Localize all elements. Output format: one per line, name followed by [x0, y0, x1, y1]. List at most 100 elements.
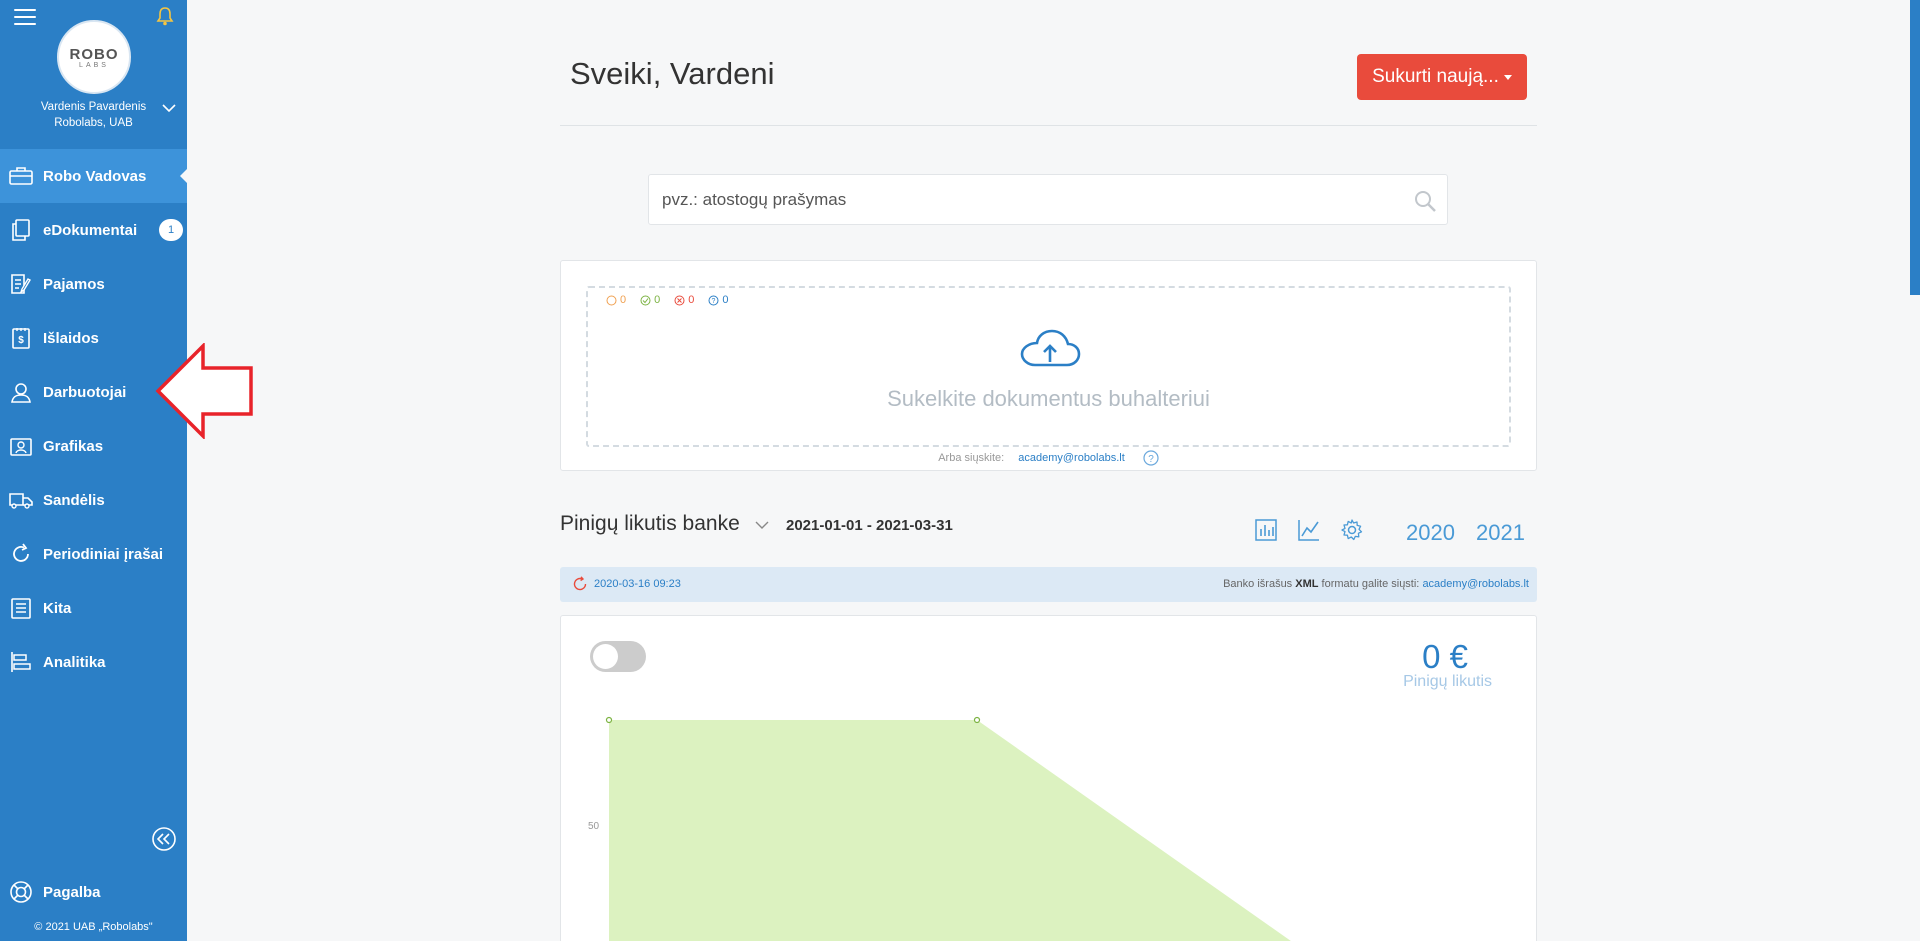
documents-icon	[9, 218, 33, 242]
bell-icon[interactable]	[156, 6, 174, 26]
svg-text:?: ?	[712, 298, 716, 305]
receipt-icon: $	[9, 326, 33, 350]
user-company: Robolabs, UAB	[54, 117, 133, 129]
data-point[interactable]	[973, 716, 981, 724]
sidebar-item-kita[interactable]: Kita	[0, 581, 187, 635]
sidebar-item-edokumentai[interactable]: eDokumentai 1	[0, 203, 187, 257]
dropzone-text: Sukelkite dokumentus buhalteriui	[887, 386, 1210, 411]
help-label: Pagalba	[43, 883, 101, 901]
red-arrow-annotation	[155, 343, 253, 439]
last-update-timestamp: 2020-03-16 09:23	[594, 578, 681, 590]
gear-icon[interactable]	[1340, 518, 1364, 542]
balance-value-label: Pinigų likutis	[1403, 673, 1492, 690]
toggle-knob	[593, 644, 618, 669]
user-name: Vardenis Pavardenis	[40, 101, 147, 113]
sidebar-item-label: Analitika	[43, 653, 106, 671]
check-icon	[640, 295, 651, 305]
copyright-text: © 2021 UAB „Robolabs"	[34, 921, 153, 933]
scrollbar-thumb[interactable]	[1910, 0, 1920, 295]
email-link[interactable]: academy@robolabs.lt	[1018, 452, 1125, 464]
briefcase-icon	[9, 164, 33, 188]
sidebar-item-label: Sandėlis	[43, 491, 105, 509]
note-email-link[interactable]: academy@robolabs.lt	[1422, 578, 1529, 590]
question-counter: ? 0	[708, 294, 729, 306]
logo-text: ROBO	[69, 45, 119, 63]
email-line: Arba siųskite: academy@robolabs.lt?	[561, 450, 1536, 466]
question-icon: ?	[708, 295, 719, 305]
cloud-upload-icon	[1020, 329, 1081, 367]
balance-value: 0 €	[1422, 638, 1468, 675]
sidebar-item-label: Išlaidos	[43, 329, 99, 347]
create-new-dropdown-button[interactable]: Sukurti naują...	[1357, 54, 1527, 100]
error-counter: 0	[674, 294, 694, 306]
sidebar-item-label: Periodiniai įrašai	[43, 545, 164, 563]
sidebar-item-label: Grafikas	[43, 437, 104, 455]
search-input[interactable]	[649, 175, 1447, 224]
date-range-picker[interactable]: 2021-01-01 - 2021-03-31	[786, 517, 953, 534]
sidebar-item-robo-vadovas[interactable]: Robo Vadovas	[0, 149, 187, 203]
divider	[560, 125, 1537, 126]
sidebar-item-label: Kita	[43, 599, 72, 617]
counter-value: 0	[688, 294, 695, 306]
pending-counter: 0	[606, 294, 626, 306]
sidebar-item-label: Robo Vadovas	[43, 167, 147, 185]
notification-badge: 1	[159, 219, 183, 241]
note-format: XML	[1295, 578, 1319, 590]
user-menu[interactable]: Vardenis Pavardenis Robolabs, UAB	[0, 99, 187, 131]
line-chart-icon[interactable]	[1297, 518, 1321, 542]
logo-subtext: LABS	[79, 61, 109, 69]
upload-counters: 0 0 0 ? 0	[606, 294, 729, 306]
list-icon	[9, 596, 33, 620]
create-new-label: Sukurti naują...	[1372, 66, 1499, 87]
search-icon[interactable]	[1413, 189, 1437, 213]
sidebar-item-periodiniai-irasai[interactable]: Periodiniai įrašai	[0, 527, 187, 581]
sidebar: ROBO LABS Vardenis Pavardenis Robolabs, …	[0, 0, 187, 941]
refresh-icon[interactable]	[572, 576, 588, 592]
upload-panel: 0 0 0 ? 0 Sukelkite dokumentus buhalteri…	[560, 260, 1537, 471]
search-box	[648, 174, 1448, 225]
note-suffix: formatu galite siųsti:	[1321, 578, 1420, 590]
chevron-down-icon[interactable]	[162, 103, 176, 113]
bar-chart-icon[interactable]	[1254, 518, 1278, 542]
success-counter: 0	[640, 294, 660, 306]
counter-value: 0	[620, 294, 627, 306]
balance-chart-panel: 50 0 € Pinigų likutis	[560, 615, 1537, 941]
employee-icon	[9, 380, 33, 404]
hamburger-menu-icon[interactable]	[14, 9, 36, 25]
truck-icon	[9, 488, 33, 512]
schedule-icon	[9, 434, 33, 458]
y-tick-label: 50	[588, 821, 600, 832]
page-title: Sveiki, Vardeni	[570, 56, 775, 91]
note-prefix: Banko išrašus	[1223, 578, 1293, 590]
year-tab-2020[interactable]: 2020	[1406, 520, 1455, 546]
counter-value: 0	[722, 294, 729, 306]
chart-toggle-switch[interactable]	[590, 641, 646, 672]
email-prefix: Arba siųskite:	[938, 451, 1005, 464]
collapse-sidebar-icon[interactable]	[151, 826, 177, 852]
sidebar-item-label: Pajamos	[43, 275, 105, 293]
data-point[interactable]	[605, 716, 613, 724]
sidebar-item-pajamos[interactable]: Pajamos	[0, 257, 187, 311]
balance-area-chart: 50	[588, 716, 1291, 941]
document-dropzone[interactable]: 0 0 0 ? 0 Sukelkite dokumentus buhalteri…	[586, 286, 1511, 447]
bank-info-bar: 2020-03-16 09:23 Banko išrašus XML forma…	[560, 567, 1537, 602]
balance-title: Pinigų likutis banke	[560, 512, 740, 535]
help-question-icon[interactable]: ?	[1143, 450, 1159, 466]
sidebar-item-analitika[interactable]: Analitika	[0, 635, 187, 689]
lifebuoy-icon	[10, 881, 32, 903]
bar-chart-icon	[9, 650, 33, 674]
chevron-down-icon[interactable]	[755, 520, 769, 530]
sidebar-item-label: eDokumentai	[43, 221, 138, 239]
sidebar-header: ROBO LABS Vardenis Pavardenis Robolabs, …	[0, 0, 187, 145]
error-icon	[674, 295, 685, 305]
help-link[interactable]: Pagalba	[9, 879, 101, 905]
svg-text:?: ?	[1148, 454, 1154, 465]
balance-header: Pinigų likutis banke 2021-01-01 - 2021-0…	[560, 512, 1537, 548]
counter-value: 0	[654, 294, 661, 306]
year-tab-2021[interactable]: 2021	[1476, 520, 1525, 546]
area-series	[609, 720, 1291, 941]
refresh-icon	[9, 542, 33, 566]
bank-statement-note: Banko išrašus XML formatu galite siųsti:…	[1223, 578, 1529, 590]
sidebar-item-sandelis[interactable]: Sandėlis	[0, 473, 187, 527]
company-logo: ROBO LABS	[57, 20, 131, 94]
